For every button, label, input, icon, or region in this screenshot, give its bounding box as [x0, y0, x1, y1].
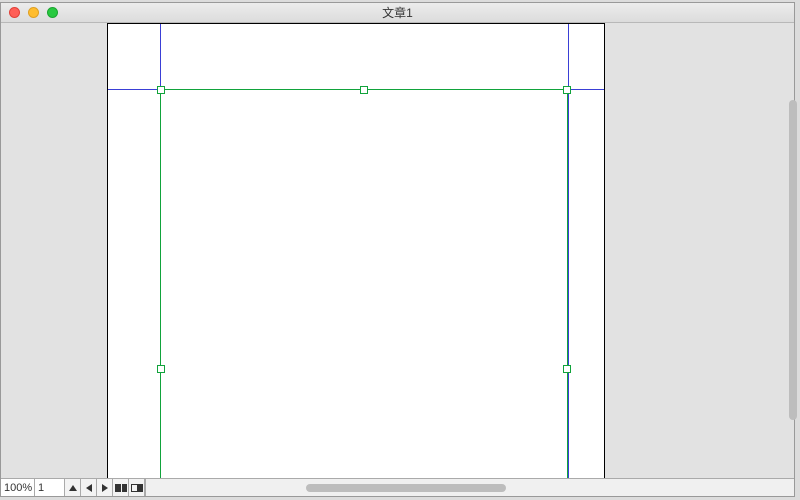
handle-top-left[interactable]: [157, 86, 165, 94]
h-scroll-thumb[interactable]: [306, 484, 506, 492]
prev-page-button[interactable]: [81, 479, 97, 496]
window-controls: [1, 7, 58, 18]
half-icon: [131, 484, 143, 492]
zoom-value: 100%: [4, 482, 32, 494]
spread-view-button[interactable]: [113, 479, 129, 496]
horizontal-scrollbar[interactable]: [145, 479, 794, 496]
page-value: 1: [38, 482, 44, 494]
minimize-icon[interactable]: [28, 7, 39, 18]
v-scroll-thumb[interactable]: [789, 100, 797, 420]
vertical-scrollbar[interactable]: [786, 0, 800, 500]
zoom-icon[interactable]: [47, 7, 58, 18]
workspace[interactable]: [1, 23, 794, 478]
document-window: 文章1 100% 1: [0, 2, 795, 497]
handle-top-right[interactable]: [563, 86, 571, 94]
handle-mid-right[interactable]: [563, 365, 571, 373]
titlebar[interactable]: 文章1: [1, 3, 794, 23]
handle-top-center[interactable]: [360, 86, 368, 94]
next-page-button[interactable]: [97, 479, 113, 496]
zoom-field[interactable]: 100%: [1, 479, 35, 496]
selected-frame[interactable]: [160, 89, 568, 478]
page-canvas[interactable]: [107, 23, 605, 478]
triangle-right-icon: [102, 484, 108, 492]
page-field[interactable]: 1: [35, 479, 65, 496]
window-title: 文章1: [1, 4, 794, 21]
triangle-left-icon: [86, 484, 92, 492]
close-icon[interactable]: [9, 7, 20, 18]
triangle-up-icon: [69, 485, 77, 491]
page-popup-button[interactable]: [65, 479, 81, 496]
handle-mid-left[interactable]: [157, 365, 165, 373]
half-view-button[interactable]: [129, 479, 145, 496]
statusbar: 100% 1: [1, 478, 794, 496]
spread-icon: [115, 484, 127, 492]
